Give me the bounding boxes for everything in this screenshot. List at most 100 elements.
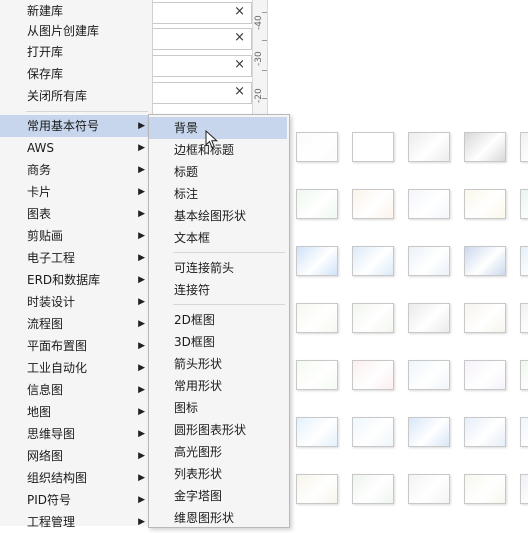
clear-icon[interactable]: × (234, 57, 245, 72)
submenu-separator (173, 252, 285, 253)
submenu-item[interactable]: 常用形状 (149, 375, 287, 397)
menu-item-category[interactable]: 图表 ▶ (0, 203, 151, 225)
background-thumbnail[interactable] (464, 189, 506, 219)
ruler-label: -40 (254, 15, 264, 30)
submenu-item[interactable]: 标题 (149, 161, 287, 183)
background-thumbnail[interactable] (464, 303, 506, 333)
menu-item-category[interactable]: 流程图 ▶ (0, 313, 151, 335)
background-thumbnail[interactable] (520, 474, 528, 504)
menu-item-category[interactable]: 组织结构图 ▶ (0, 467, 151, 489)
submenu-arrow-icon: ▶ (138, 341, 145, 351)
menu-item-create-from-image[interactable]: 从图片创建库 (0, 20, 151, 42)
submenu-item[interactable]: 圆形图表形状 (149, 419, 287, 441)
submenu-item[interactable]: 金字塔图 (149, 485, 287, 507)
background-thumbnail[interactable] (352, 246, 394, 276)
submenu-arrow-icon: ▶ (138, 473, 145, 483)
submenu-item[interactable]: 图标 (149, 397, 287, 419)
background-thumbnail[interactable] (352, 360, 394, 390)
submenu-item[interactable]: 列表形状 (149, 463, 287, 485)
background-thumbnail[interactable] (296, 303, 338, 333)
menu-item-category[interactable]: PID符号 ▶ (0, 489, 151, 511)
submenu-item[interactable]: 3D框图 (149, 331, 287, 353)
menu-item-category[interactable]: 思维导图 ▶ (0, 423, 151, 445)
submenu-arrow-icon: ▶ (138, 451, 145, 461)
menu-item-label: PID符号 (27, 493, 72, 507)
ruler-label: -30 (254, 51, 264, 66)
menu-item-save-library[interactable]: 保存库 (0, 63, 151, 85)
menu-item-category[interactable]: 网络图 ▶ (0, 445, 151, 467)
search-field[interactable]: × (150, 28, 252, 50)
submenu-item[interactable]: 连接符 (149, 279, 287, 301)
menu-item-category[interactable]: 信息图 ▶ (0, 379, 151, 401)
background-thumbnail[interactable] (408, 189, 450, 219)
background-thumbnail[interactable] (408, 360, 450, 390)
menu-item-category[interactable]: 卡片 ▶ (0, 181, 151, 203)
submenu-arrow-icon: ▶ (138, 429, 145, 439)
menu-item-category[interactable]: AWS ▶ (0, 137, 151, 159)
submenu-item[interactable]: 文本框 (149, 227, 287, 249)
background-thumbnail[interactable] (520, 189, 528, 219)
background-thumbnail-grid (290, 124, 528, 526)
menu-item-close-all[interactable]: 关闭所有库 (0, 85, 151, 107)
background-thumbnail[interactable] (352, 417, 394, 447)
menu-item-category[interactable]: 工业自动化 ▶ (0, 357, 151, 379)
background-thumbnail[interactable] (408, 303, 450, 333)
clear-icon[interactable]: × (234, 30, 245, 45)
menu-item-category[interactable]: 常用基本符号 ▶ (0, 115, 151, 137)
submenu-item[interactable]: 可连接箭头 (149, 257, 287, 279)
submenu-arrow-icon: ▶ (138, 517, 145, 527)
search-field[interactable]: × (150, 82, 252, 104)
clear-icon[interactable]: × (234, 4, 245, 19)
background-thumbnail[interactable] (464, 417, 506, 447)
background-thumbnail[interactable] (520, 132, 528, 162)
background-thumbnail[interactable] (296, 360, 338, 390)
background-thumbnail[interactable] (464, 360, 506, 390)
menu-item-label: 剪贴画 (27, 229, 64, 243)
menu-item-category[interactable]: 时装设计 ▶ (0, 291, 151, 313)
menu-item-label: 时装设计 (27, 295, 76, 309)
vertical-ruler: -40 -30 -20 (252, 0, 268, 118)
background-thumbnail[interactable] (408, 246, 450, 276)
menu-item-label: 电子工程 (27, 251, 76, 265)
search-field[interactable]: × (150, 2, 252, 24)
background-thumbnail[interactable] (296, 417, 338, 447)
menu-item-category[interactable]: 工程管理 ▶ (0, 511, 151, 533)
menu-item-category[interactable]: 地图 ▶ (0, 401, 151, 423)
background-thumbnail[interactable] (352, 303, 394, 333)
background-thumbnail[interactable] (352, 474, 394, 504)
menu-item-category[interactable]: 平面布置图 ▶ (0, 335, 151, 357)
search-field[interactable]: × (150, 55, 252, 77)
menu-item-category[interactable]: 商务 ▶ (0, 159, 151, 181)
submenu-item[interactable]: 基本绘图形状 (149, 205, 287, 227)
submenu-item[interactable]: 标注 (149, 183, 287, 205)
background-thumbnail[interactable] (352, 132, 394, 162)
background-thumbnail[interactable] (520, 360, 528, 390)
menu-item-label: 工业自动化 (27, 361, 88, 375)
background-thumbnail[interactable] (296, 246, 338, 276)
background-thumbnail[interactable] (464, 474, 506, 504)
background-thumbnail[interactable] (296, 132, 338, 162)
menu-item-open-library[interactable]: 打开库 (0, 41, 151, 63)
submenu-item[interactable]: 2D框图 (149, 309, 287, 331)
menu-item-category[interactable]: 剪贴画 ▶ (0, 225, 151, 247)
background-thumbnail[interactable] (352, 189, 394, 219)
submenu-arrow-icon: ▶ (138, 187, 145, 197)
clear-icon[interactable]: × (234, 84, 245, 99)
background-thumbnail[interactable] (296, 474, 338, 504)
submenu-item[interactable]: 箭头形状 (149, 353, 287, 375)
background-thumbnail[interactable] (464, 246, 506, 276)
background-thumbnail[interactable] (408, 132, 450, 162)
submenu-separator (173, 304, 285, 305)
menu-item-new-library[interactable]: 新建库 (0, 0, 151, 22)
submenu-item[interactable]: 高光图形 (149, 441, 287, 463)
background-thumbnail[interactable] (520, 417, 528, 447)
background-thumbnail[interactable] (408, 417, 450, 447)
menu-item-label: 常用基本符号 (27, 119, 100, 133)
menu-item-category[interactable]: ERD和数据库 ▶ (0, 269, 151, 291)
menu-item-category[interactable]: 电子工程 ▶ (0, 247, 151, 269)
background-thumbnail[interactable] (464, 132, 506, 162)
background-thumbnail[interactable] (520, 303, 528, 333)
background-thumbnail[interactable] (408, 474, 450, 504)
background-thumbnail[interactable] (520, 246, 528, 276)
background-thumbnail[interactable] (296, 189, 338, 219)
